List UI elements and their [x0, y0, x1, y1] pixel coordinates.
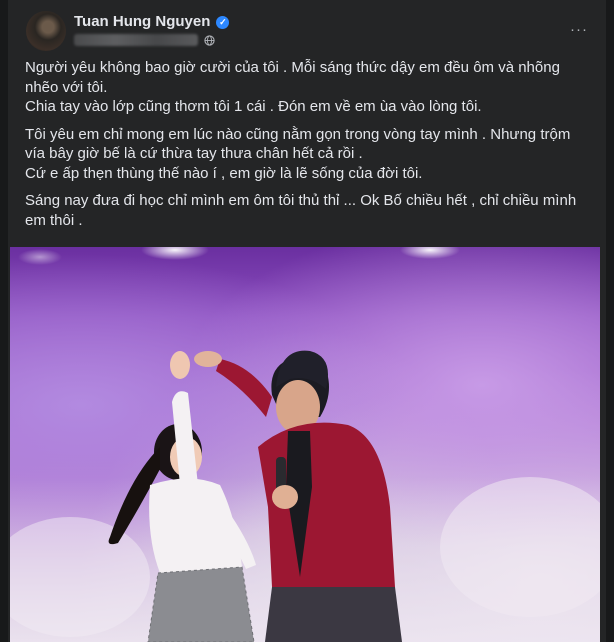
text-line: Sáng nay đưa đi học chỉ mình em ôm tôi t…	[25, 192, 577, 229]
globe-icon	[204, 34, 215, 46]
author-name[interactable]: Tuan Hung Nguyen	[74, 12, 210, 32]
more-options-icon[interactable]: ···	[568, 18, 590, 40]
post-paragraph: Người yêu không bao giờ cười của tôi . M…	[25, 58, 593, 117]
text-line: Người yêu không bao giờ cười của tôi . M…	[25, 59, 560, 96]
post-text: Người yêu không bao giờ cười của tôi . M…	[25, 58, 593, 230]
post-card: Tuan Hung Nguyen ✓ ··· Người yêu không b…	[8, 0, 606, 642]
post-meta	[74, 34, 215, 46]
verified-badge-icon: ✓	[216, 15, 230, 29]
text-line: Chia tay vào lớp cũng thơm tôi 1 cái . Đ…	[25, 98, 482, 115]
blurred-timestamp[interactable]	[74, 34, 198, 46]
post-paragraph: Sáng nay đưa đi học chỉ mình em ôm tôi t…	[25, 191, 593, 230]
text-line: Tôi yêu em chỉ mong em lúc nào cũng nằm …	[25, 125, 571, 163]
post-paragraph: Tôi yêu em chỉ mong em lúc nào cũng nằm …	[25, 125, 593, 184]
post-photo[interactable]	[10, 247, 600, 642]
text-line: Cứ e ấp thẹn thùng thế nào í , em giờ là…	[25, 164, 423, 182]
post-header: Tuan Hung Nguyen ✓ ···	[8, 0, 606, 58]
author-row: Tuan Hung Nguyen ✓	[74, 12, 230, 32]
photo-illustration	[10, 247, 600, 642]
author-avatar[interactable]	[26, 11, 66, 51]
